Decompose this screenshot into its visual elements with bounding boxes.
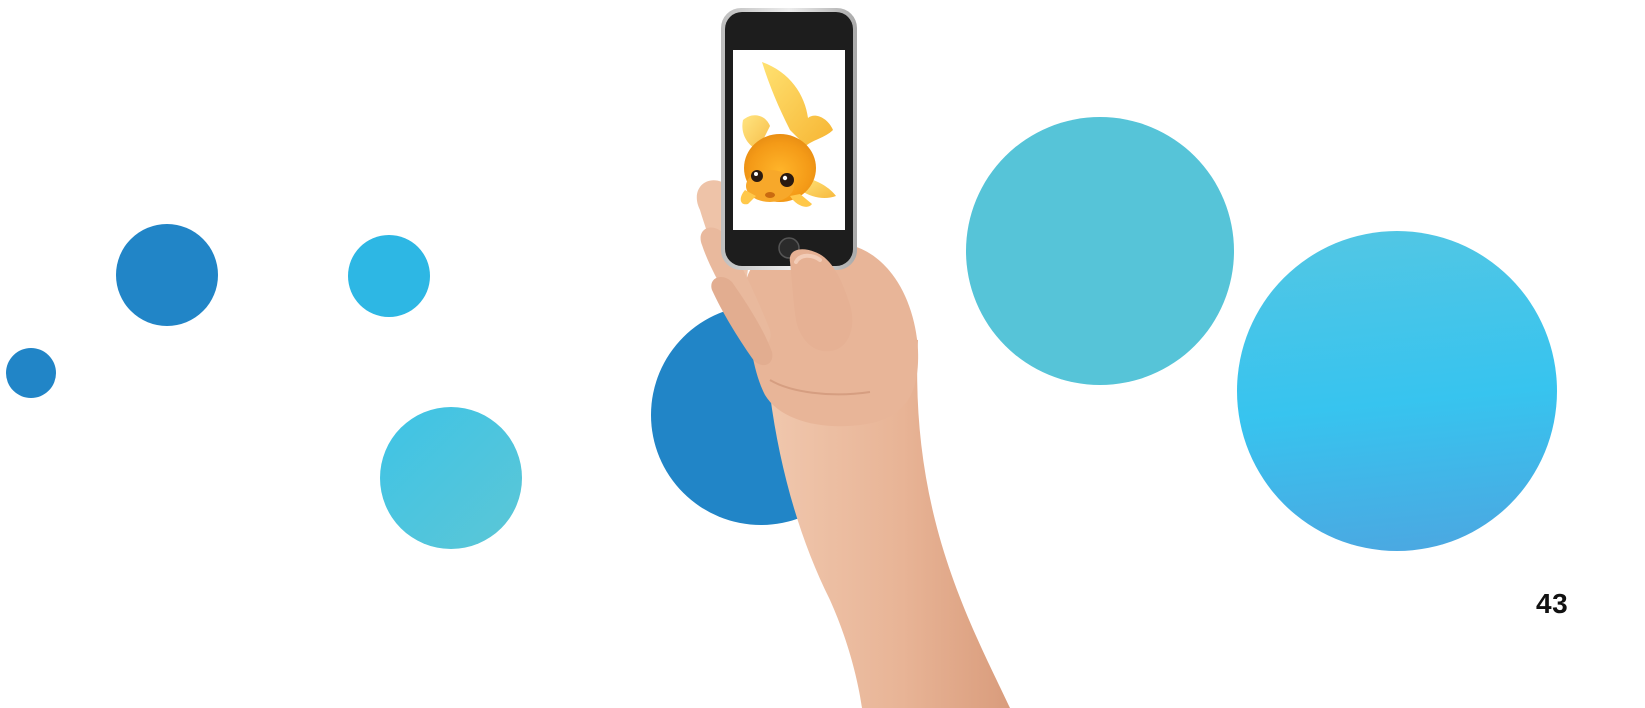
smartphone xyxy=(721,8,857,270)
circle-teal-small xyxy=(380,407,522,549)
page-number: 43 xyxy=(1536,588,1569,619)
illustration xyxy=(6,8,1557,708)
circle-bright-blue xyxy=(348,235,430,317)
circle-small-left xyxy=(6,348,56,398)
circle-dark-blue xyxy=(116,224,218,326)
circle-teal-large xyxy=(966,117,1234,385)
page: 43 xyxy=(0,0,1645,708)
circle-sky-large xyxy=(1237,231,1557,551)
